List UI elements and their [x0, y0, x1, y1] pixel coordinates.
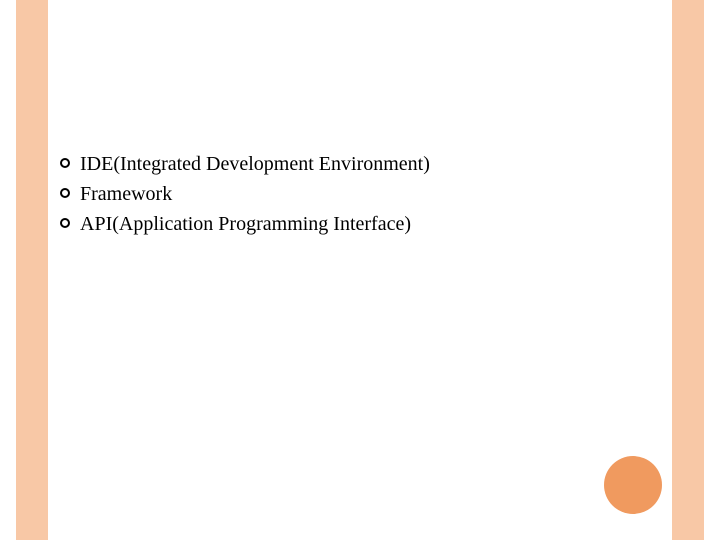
list-item-text: Framework: [80, 180, 172, 208]
right-accent-band: [672, 0, 704, 540]
left-accent-band: [16, 0, 48, 540]
list-item-text: IDE(Integrated Development Environment): [80, 150, 430, 178]
list-item: Framework: [60, 180, 660, 208]
decorative-circle: [604, 456, 662, 514]
slide-content: IDE(Integrated Development Environment) …: [60, 150, 660, 240]
list-item: API(Application Programming Interface): [60, 210, 660, 238]
list-item: IDE(Integrated Development Environment): [60, 150, 660, 178]
bullet-list: IDE(Integrated Development Environment) …: [60, 150, 660, 238]
bullet-icon: [60, 158, 70, 168]
list-item-text: API(Application Programming Interface): [80, 210, 411, 238]
bullet-icon: [60, 218, 70, 228]
bullet-icon: [60, 188, 70, 198]
